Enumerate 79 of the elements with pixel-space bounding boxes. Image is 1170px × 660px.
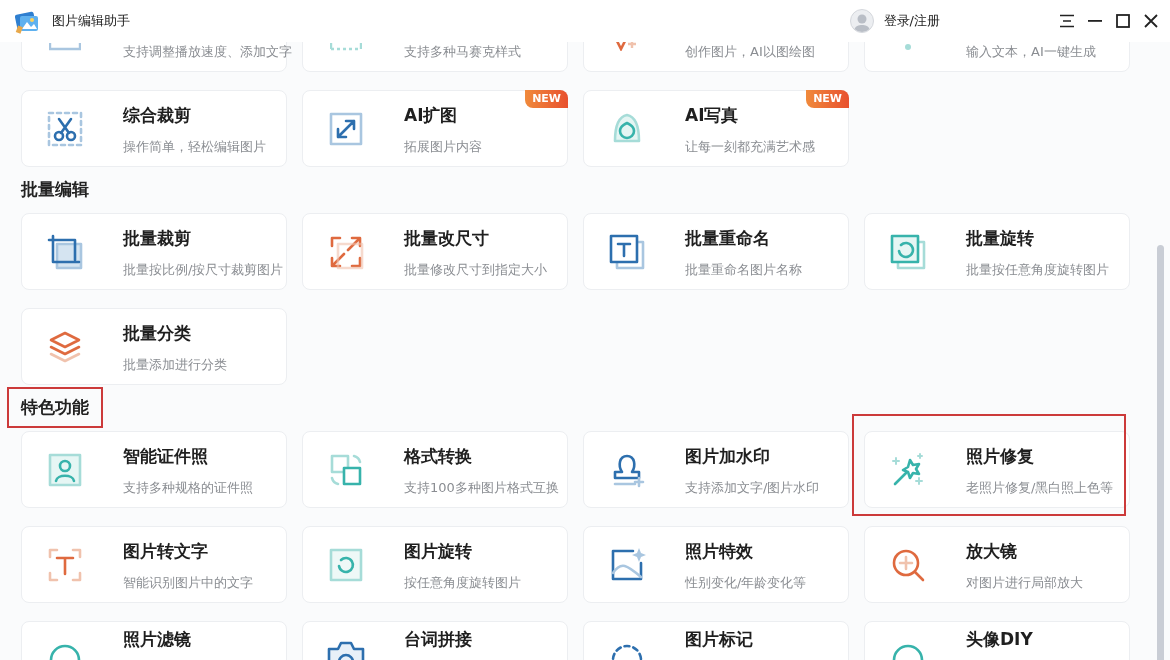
tool-card[interactable]: 放大镜 对图片进行局部放大 xyxy=(864,526,1130,603)
tool-description: 批量按任意角度旋转图片 xyxy=(966,261,1109,279)
tool-card[interactable]: 批量裁剪 批量按比例/按尺寸裁剪图片 xyxy=(21,213,287,290)
tool-description: 让每一刻都充满艺术感 xyxy=(685,138,815,156)
tool-card[interactable]: 台词拼接 xyxy=(302,621,568,660)
tool-description: 操作简单，轻松编辑图片 xyxy=(123,138,266,156)
menu-button[interactable] xyxy=(1058,12,1076,30)
tool-card[interactable]: 批量旋转 批量按任意角度旋转图片 xyxy=(864,213,1130,290)
tool-card[interactable]: 照片滤镜 xyxy=(21,621,287,660)
tool-title: 照片特效 xyxy=(685,540,754,562)
tool-title: 放大镜 xyxy=(966,540,1018,562)
sparkle-icon xyxy=(616,42,638,51)
minimize-icon xyxy=(1088,20,1102,22)
tool-description: 支持调整播放速度、添加文字 xyxy=(123,43,292,61)
video-icon xyxy=(49,43,81,51)
tool-title: 智能证件照 xyxy=(123,445,209,467)
tool-title: 批量分类 xyxy=(123,322,192,344)
tool-title: 图片旋转 xyxy=(404,540,473,562)
window-title: 图片编辑助手 xyxy=(52,12,130,30)
tool-description: 老照片修复/黑白照上色等 xyxy=(966,479,1114,497)
tool-card[interactable]: 图片旋转 按任意角度旋转图片 xyxy=(302,526,568,603)
tool-title: 图片标记 xyxy=(685,628,753,650)
tool-title: 台词拼接 xyxy=(404,628,472,650)
tool-description: 批量按比例/按尺寸裁剪图片 xyxy=(123,261,284,279)
tool-title: 批量裁剪 xyxy=(123,227,192,249)
section-heading: 特色功能 xyxy=(7,387,103,428)
tool-card[interactable]: 照片特效 性别变化/年龄变化等 xyxy=(583,526,849,603)
menu-icon xyxy=(1059,14,1075,28)
tool-card[interactable]: 头像DIY xyxy=(864,621,1130,660)
tool-description: 支持多种规格的证件照 xyxy=(123,479,253,497)
new-badge: NEW xyxy=(525,90,568,108)
tool-title: AI扩图 xyxy=(404,104,459,126)
tool-card[interactable]: 图片加水印 支持添加文字/图片水印 xyxy=(583,431,849,508)
tool-card[interactable]: 图片转文字 智能识别图片中的文字 xyxy=(21,526,287,603)
tool-card[interactable]: 格式转换 支持100多种图片格式互换 xyxy=(302,431,568,508)
tool-title: 格式转换 xyxy=(404,445,473,467)
tool-card[interactable]: 支持多种马赛克样式 xyxy=(302,42,568,72)
tool-card[interactable]: 图片标记 xyxy=(583,621,849,660)
tool-description: 智能识别图片中的文字 xyxy=(123,574,253,592)
tool-description: 支持100多种图片格式互换 xyxy=(404,479,559,497)
maximize-button[interactable] xyxy=(1114,12,1132,30)
tool-card[interactable]: 批量分类 批量添加进行分类 xyxy=(21,308,287,385)
tool-description: 批量添加进行分类 xyxy=(123,356,227,374)
scrollbar-thumb[interactable] xyxy=(1157,245,1164,660)
login-link[interactable]: 登录/注册 xyxy=(883,12,940,30)
tool-description: 性别变化/年龄变化等 xyxy=(685,574,807,592)
tool-description: 拓展图片内容 xyxy=(404,138,482,156)
tool-title: 批量改尺寸 xyxy=(404,227,490,249)
close-button[interactable] xyxy=(1142,12,1160,30)
tool-description: 创作图片，AI以图绘图 xyxy=(685,43,815,61)
close-icon xyxy=(1144,14,1158,28)
tool-title: 综合裁剪 xyxy=(123,104,192,126)
tool-title: 图片转文字 xyxy=(123,540,209,562)
tool-card[interactable]: 综合裁剪 操作简单，轻松编辑图片 xyxy=(21,90,287,167)
tool-title: 批量旋转 xyxy=(966,227,1035,249)
section-heading: 批量编辑 xyxy=(19,178,90,201)
tool-title: 头像DIY xyxy=(966,628,1033,650)
tool-card[interactable]: 批量重命名 批量重命名图片名称 xyxy=(583,213,849,290)
tool-description: 输入文本，AI一键生成 xyxy=(966,43,1096,61)
maximize-icon xyxy=(1116,14,1130,28)
tool-card[interactable]: 照片修复 老照片修复/黑白照上色等 xyxy=(864,431,1130,508)
tool-description: 批量修改尺寸到指定大小 xyxy=(404,261,547,279)
tool-card[interactable]: 智能证件照 支持多种规格的证件照 xyxy=(21,431,287,508)
tool-description: 支持添加文字/图片水印 xyxy=(685,479,820,497)
new-badge: NEW xyxy=(806,90,849,108)
tool-title: 批量重命名 xyxy=(685,227,771,249)
tool-description: 对图片进行局部放大 xyxy=(966,574,1083,592)
tool-card[interactable]: 批量改尺寸 批量修改尺寸到指定大小 xyxy=(302,213,568,290)
tool-description: 按任意角度旋转图片 xyxy=(404,574,521,592)
tool-title: 照片修复 xyxy=(966,445,1035,467)
tool-card[interactable]: 创作图片，AI以图绘图 xyxy=(583,42,849,72)
tool-title: 照片滤镜 xyxy=(123,628,191,650)
tool-title: AI写真 xyxy=(685,104,740,126)
mosaic-icon xyxy=(330,43,362,51)
tool-title: 图片加水印 xyxy=(685,445,771,467)
tool-description: 批量重命名图片名称 xyxy=(685,261,802,279)
tool-card[interactable]: 输入文本，AI一键生成 xyxy=(864,42,1130,72)
avatar-icon xyxy=(849,9,874,33)
tool-description: 支持多种马赛克样式 xyxy=(404,43,521,61)
